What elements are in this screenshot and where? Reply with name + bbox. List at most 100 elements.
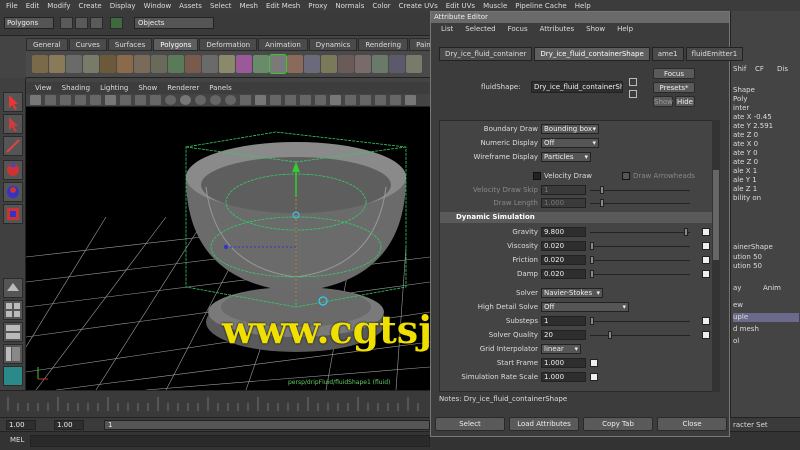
- channel-attribute-row[interactable]: ate Z 0: [733, 131, 799, 140]
- channel-header-item[interactable]: Shif: [733, 65, 753, 74]
- ae-close-button[interactable]: Close: [657, 417, 727, 431]
- shelf-tab[interactable]: Surfaces: [107, 38, 153, 51]
- channel-shape-row[interactable]: ution 50: [733, 262, 799, 271]
- menu-item[interactable]: Window: [140, 2, 176, 10]
- save-scene-icon[interactable]: [90, 17, 103, 29]
- viewport-tool-icon[interactable]: [90, 95, 101, 105]
- viewport-menu-item[interactable]: Show: [133, 82, 162, 94]
- viewport-menu-item[interactable]: View: [30, 82, 57, 94]
- ae-menu-item[interactable]: Focus: [502, 24, 534, 34]
- layer-tab[interactable]: Anim: [763, 284, 791, 293]
- viewport-tool-icon[interactable]: [360, 95, 371, 105]
- velocity-draw-checkbox[interactable]: [533, 172, 541, 180]
- channel-attribute-row[interactable]: ale Y 1: [733, 176, 799, 185]
- viewport-tool-icon[interactable]: [180, 95, 191, 105]
- viscosity-slider[interactable]: [590, 242, 594, 250]
- menu-item[interactable]: Modify: [43, 2, 74, 10]
- current-time-field[interactable]: 1.00: [54, 420, 84, 430]
- focus-button[interactable]: Focus: [653, 68, 695, 79]
- grid-interpolator-dropdown[interactable]: linear: [541, 344, 581, 354]
- viewport-tool-icon[interactable]: [255, 95, 266, 105]
- ae-menu-item[interactable]: List: [435, 24, 459, 34]
- range-bar[interactable]: 1: [104, 420, 430, 430]
- shelf-tool-icon[interactable]: [202, 55, 218, 73]
- input-connection-icon[interactable]: [629, 78, 637, 86]
- attribute-scrollbar[interactable]: [712, 120, 720, 392]
- layout-two-icon[interactable]: [3, 322, 23, 342]
- dynamic-simulation-section[interactable]: Dynamic Simulation: [440, 212, 718, 223]
- shelf-tool-icon[interactable]: [219, 55, 235, 73]
- shelf-tool-icon[interactable]: [100, 55, 116, 73]
- channel-attribute-row[interactable]: ate X -0.45: [733, 113, 799, 122]
- viewport-menu-item[interactable]: Renderer: [162, 82, 204, 94]
- menu-item[interactable]: Edit: [22, 2, 44, 10]
- command-input[interactable]: [30, 435, 430, 447]
- sim-rate-scale-field[interactable]: 1.000: [541, 372, 586, 382]
- shelf-tool-icon[interactable]: [66, 55, 82, 73]
- shelf-tool-icon[interactable]: [321, 55, 337, 73]
- channel-attribute-row[interactable]: ate Y 2.591: [733, 122, 799, 131]
- viewport-tool-icon[interactable]: [330, 95, 341, 105]
- viewport-tool-icon[interactable]: [390, 95, 401, 105]
- shelf-tool-icon[interactable]: [389, 55, 405, 73]
- draw-arrowheads-checkbox[interactable]: [622, 172, 630, 180]
- show-button[interactable]: Show: [653, 96, 673, 107]
- wireframe-display-dropdown[interactable]: Particles: [541, 152, 591, 162]
- channel-attribute-row[interactable]: inter: [733, 104, 799, 113]
- layer-item[interactable]: ol: [733, 337, 799, 346]
- channel-attribute-row[interactable]: Shape: [733, 86, 799, 95]
- layer-item[interactable]: uple: [733, 313, 799, 322]
- viewport-menu-item[interactable]: Panels: [204, 82, 237, 94]
- ae-select-button[interactable]: Select: [435, 417, 505, 431]
- objects-field[interactable]: Objects: [134, 17, 214, 29]
- lasso-tool-icon[interactable]: [3, 114, 23, 134]
- viewport-tool-icon[interactable]: [135, 95, 146, 105]
- gravity-slider[interactable]: [684, 228, 688, 236]
- shelf-tool-icon[interactable]: [236, 55, 252, 73]
- ae-tab[interactable]: Dry_ice_fluid_container: [439, 47, 533, 61]
- rotate-tool-icon[interactable]: [3, 182, 23, 202]
- menu-item[interactable]: Normals: [331, 2, 368, 10]
- friction-slider[interactable]: [590, 256, 594, 264]
- shelf-tool-icon[interactable]: [134, 55, 150, 73]
- new-scene-icon[interactable]: [60, 17, 73, 29]
- shelf-tool-icon[interactable]: [32, 55, 48, 73]
- substeps-slider[interactable]: [590, 317, 594, 325]
- channel-attribute-row[interactable]: ate Y 0: [733, 149, 799, 158]
- hide-button[interactable]: Hide: [675, 96, 695, 107]
- sim-rate-scale-map-icon[interactable]: [590, 373, 598, 381]
- numeric-display-dropdown[interactable]: Off: [541, 138, 599, 148]
- velocity-draw-skip-slider[interactable]: [600, 186, 604, 194]
- shelf-tool-icon[interactable]: [83, 55, 99, 73]
- layout-outliner-icon[interactable]: [3, 344, 23, 364]
- substeps-map-icon[interactable]: [702, 317, 710, 325]
- ae-menu-item[interactable]: Help: [611, 24, 639, 34]
- shelf-tab[interactable]: Deformation: [199, 38, 258, 51]
- viewport-tool-icon[interactable]: [225, 95, 236, 105]
- shelf-tab[interactable]: General: [26, 38, 68, 51]
- menu-item[interactable]: Mesh: [236, 2, 262, 10]
- shape-name-field[interactable]: Dry_ice_fluid_containerShape: [531, 81, 623, 93]
- shelf-tool-icon[interactable]: [185, 55, 201, 73]
- viewport-tool-icon[interactable]: [240, 95, 251, 105]
- shelf-tool-icon[interactable]: [168, 55, 184, 73]
- shelf-tool-icon[interactable]: [49, 55, 65, 73]
- channel-attribute-row[interactable]: ale Z 1: [733, 185, 799, 194]
- viewport-tool-icon[interactable]: [60, 95, 71, 105]
- presets-button[interactable]: Presets*: [653, 82, 695, 93]
- menu-item[interactable]: Select: [206, 2, 236, 10]
- damp-slider[interactable]: [590, 270, 594, 278]
- viewport-tool-icon[interactable]: [345, 95, 356, 105]
- gravity-field[interactable]: 9.800: [541, 227, 586, 237]
- solver-quality-field[interactable]: 20: [541, 330, 586, 340]
- ae-tab[interactable]: ame1: [651, 47, 684, 61]
- shelf-tool-icon[interactable]: [287, 55, 303, 73]
- viewport-tool-icon[interactable]: [405, 95, 416, 105]
- solver-quality-slider[interactable]: [608, 331, 612, 339]
- move-tool-icon[interactable]: [3, 160, 23, 180]
- viewport-tool-icon[interactable]: [285, 95, 296, 105]
- layer-item[interactable]: d mesh: [733, 325, 799, 334]
- viewport-tool-icon[interactable]: [150, 95, 161, 105]
- paint-tool-icon[interactable]: [3, 136, 23, 156]
- shelf-tool-icon[interactable]: [117, 55, 133, 73]
